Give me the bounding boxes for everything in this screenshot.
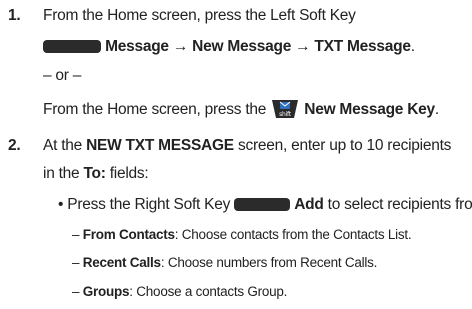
step-2-line-2: in the To: fields: bbox=[43, 164, 149, 184]
dash: – bbox=[72, 255, 80, 270]
sub-item-title: From Contacts bbox=[82, 227, 175, 242]
step-2-line-2-pre: in the bbox=[43, 165, 84, 182]
left-soft-key-icon bbox=[43, 40, 101, 53]
step-2-line-1: At the NEW TXT MESSAGE screen, enter up … bbox=[43, 136, 451, 156]
sub-item-from-contacts: – From Contacts: Choose contacts from th… bbox=[72, 225, 412, 245]
step-1-line-2: Message → New Message → TXT Message. bbox=[43, 37, 415, 57]
dash: – bbox=[72, 284, 80, 299]
step-2-line-2-post: fields: bbox=[105, 165, 149, 182]
bullet-glyph: • bbox=[58, 196, 64, 213]
sub-item-text: : Choose numbers from Recent Calls. bbox=[160, 255, 378, 270]
right-soft-key-icon bbox=[234, 198, 291, 211]
shift-label: shift bbox=[279, 111, 292, 118]
new-message-key-label: New Message Key bbox=[304, 101, 435, 118]
sub-item-recent-calls: – Recent Calls: Choose numbers from Rece… bbox=[72, 253, 377, 273]
bullet-text-post: to select recipients from: bbox=[327, 196, 472, 213]
step-2-line-1-post: screen, enter up to 10 recipients bbox=[233, 137, 452, 154]
screen-name: NEW TXT MESSAGE bbox=[86, 137, 234, 154]
step-2-line-1-pre: At the bbox=[43, 137, 87, 154]
step-1-line-4: From the Home screen, press the shift Ne… bbox=[43, 98, 439, 120]
sub-item-text: : Choose a contacts Group. bbox=[129, 284, 288, 299]
new-message-key-icon: shift bbox=[270, 98, 300, 120]
sub-item-groups: – Groups: Choose a contacts Group. bbox=[72, 282, 287, 302]
add-label: Add bbox=[294, 196, 324, 213]
step-1-line-4-text: From the Home screen, press the bbox=[43, 101, 267, 118]
line-4-period: . bbox=[434, 101, 439, 118]
step-1-or: – or – bbox=[43, 67, 82, 84]
dash: – bbox=[72, 227, 80, 242]
sub-item-text: : Choose contacts from the Contacts List… bbox=[174, 227, 412, 242]
step-2-bullet: • Press the Right Soft Key Add to select… bbox=[58, 195, 472, 215]
instruction-page: 1. From the Home screen, press the Left … bbox=[0, 0, 472, 309]
menu-path-period: . bbox=[410, 38, 415, 55]
sub-item-title: Groups bbox=[82, 284, 130, 299]
step-2-number: 2. bbox=[8, 137, 21, 154]
menu-path: Message → New Message → TXT Message bbox=[105, 38, 411, 55]
sub-item-title: Recent Calls bbox=[82, 255, 161, 270]
step-1-number: 1. bbox=[8, 7, 21, 24]
step-1-line-1: From the Home screen, press the Left Sof… bbox=[43, 7, 356, 24]
to-field-label: To: bbox=[83, 165, 106, 182]
bullet-text: Press the Right Soft Key bbox=[67, 196, 231, 213]
